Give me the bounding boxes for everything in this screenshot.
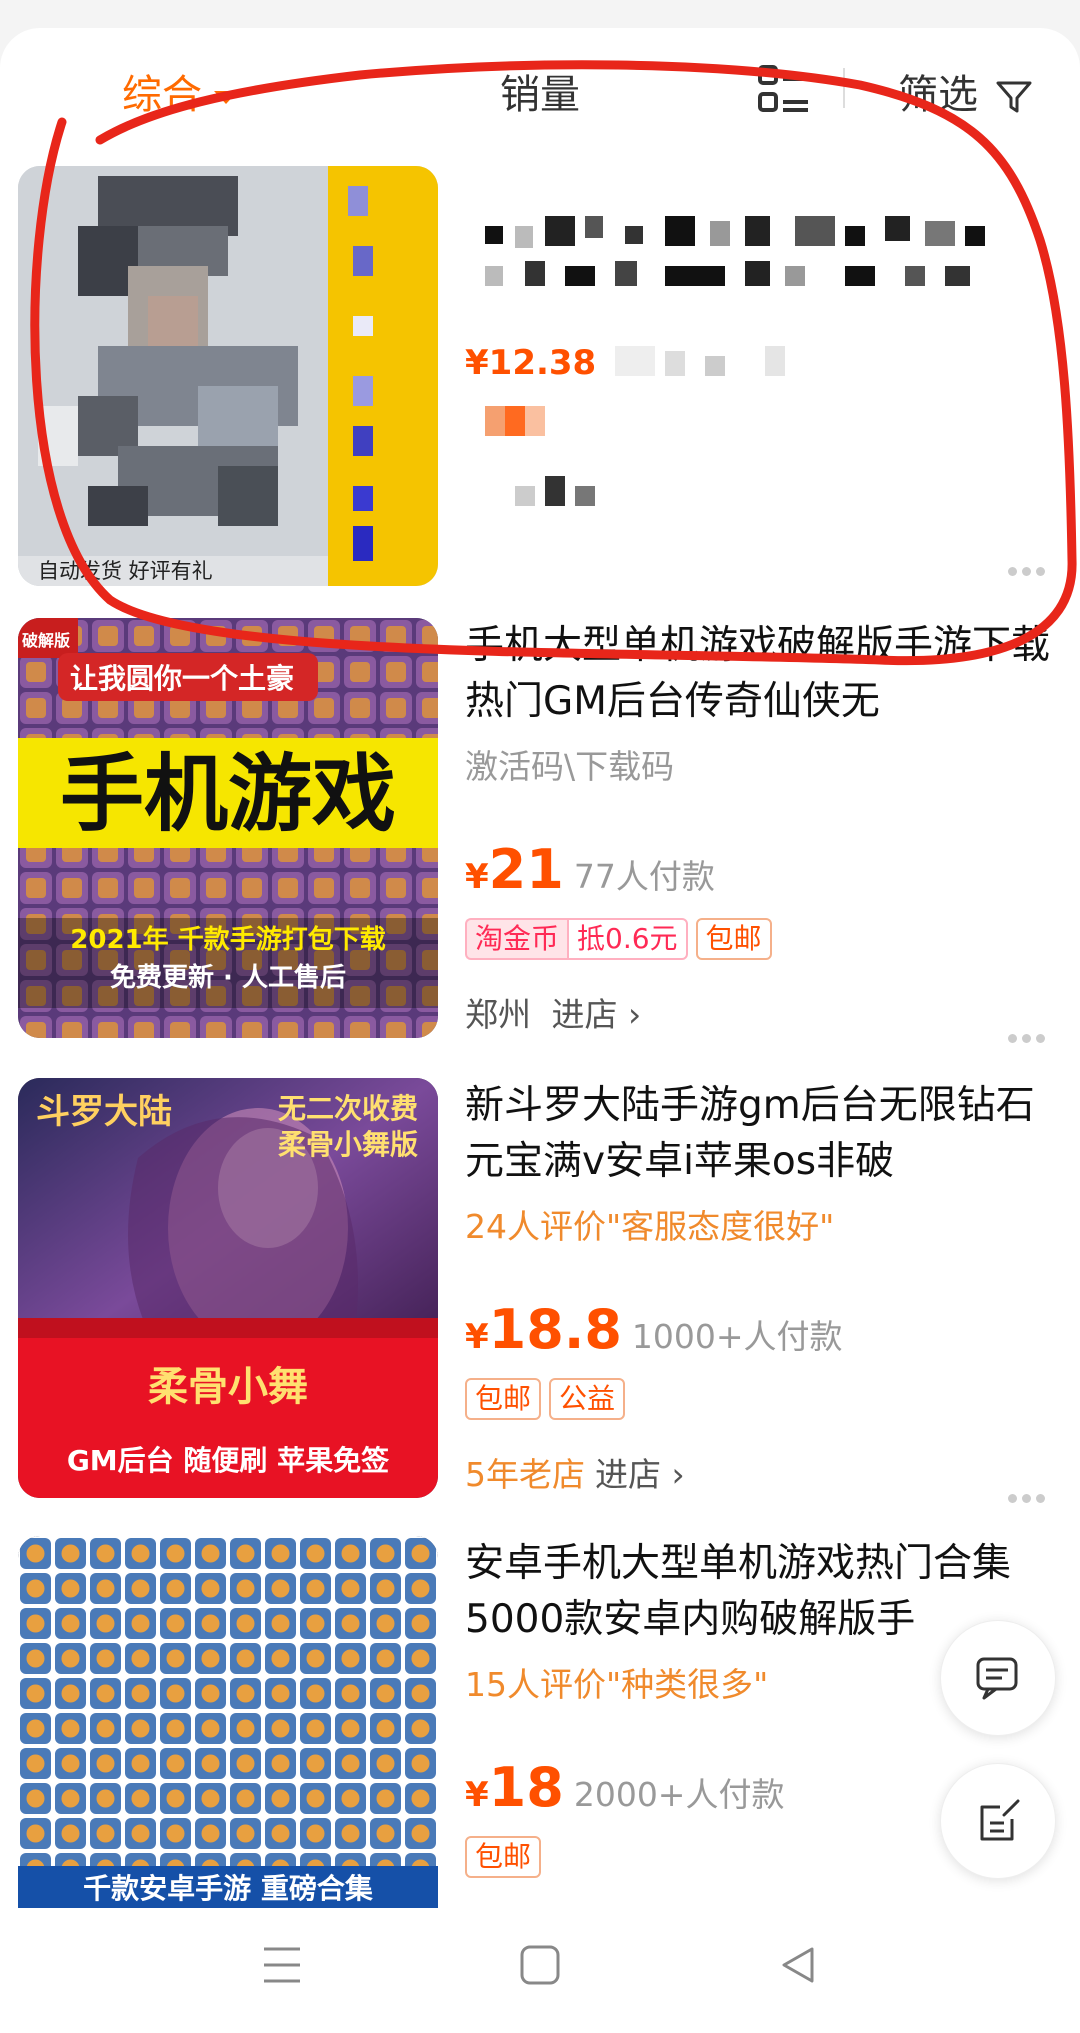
game-icons-collage-image: 千款安卓手游 重磅合集 [18,1536,438,1908]
product-3-top1: 无二次收费 [278,1092,418,1125]
tag-charity: 公益 [549,1378,626,1420]
product-4-tags: 包邮 [465,1836,549,1878]
more-options-icon[interactable] [1008,1028,1050,1043]
product-3-info: 新斗罗大陆手游gm后台无限钻石元宝满v安卓i苹果os非破 24人评价"客服态度很… [465,1078,1060,1498]
caret-down-icon [214,90,238,104]
list-layout-icon[interactable] [758,64,810,114]
product-3-bottom: GM后台 随便刷 苹果免签 [67,1444,389,1477]
product-2-info: 手机大型单机游戏破解版手游下载热门GM后台传奇仙侠无 激活码\下载码 ¥21 77… [465,618,1060,1038]
product-3-top2: 柔骨小舞版 [278,1128,418,1161]
back-icon[interactable] [778,1943,818,1987]
product-2-line2: 2021年 千款手游打包下载 [70,924,385,955]
funnel-icon [996,81,1032,113]
shop-location: 郑州 [465,995,531,1034]
product-3-image[interactable]: 斗罗大陆 无二次收费 柔骨小舞版 柔骨小舞 GM后台 随便刷 苹果免签 [18,1078,438,1498]
chat-bubble-icon [976,1657,1018,1700]
tag-discount: 抵0.6元 [567,918,688,960]
sort-comprehensive-label: 综合 [122,72,202,118]
product-3-review: 24人评价"客服态度很好" [465,1207,835,1246]
pixelated-image: 自动发货 好评有礼 [18,166,438,586]
shop-age-tag: 5年老店 [465,1455,585,1494]
product-item-4[interactable]: 千款安卓手游 重磅合集 安卓手机大型单机游戏热门合集5000款安卓内购破解版手 … [0,1536,1080,1908]
product-2-title[interactable]: 手机大型单机游戏破解版手游下载热门GM后台传奇仙侠无 [465,618,1060,730]
product-2-shop-row[interactable]: 郑州 进店 › [465,988,641,1036]
product-2-price-row: ¥21 77人付款 [465,838,715,901]
feedback-button[interactable] [940,1763,1056,1879]
tag-taojinbi: 淘金币 [465,918,568,960]
product-3-price-row: ¥18.8 1000+人付款 [465,1298,843,1361]
product-2-paid-count: 77人付款 [573,857,715,896]
product-4-paid-count: 2000+人付款 [573,1775,785,1814]
product-2-main-text: 手机游戏 [60,745,396,843]
product-3-paid-count: 1000+人付款 [631,1317,843,1356]
product-item-1[interactable]: 自动发货 好评有礼 ¥12.38 [0,166,1080,606]
home-icon[interactable] [518,1943,562,1987]
more-options-icon[interactable] [1008,561,1050,576]
product-4-bottom: 千款安卓手游 重磅合集 [83,1872,373,1905]
product-3-title[interactable]: 新斗罗大陆手游gm后台无限钻石元宝满v安卓i苹果os非破 [465,1078,1060,1190]
product-2-subtitle: 激活码\下载码 [465,747,675,786]
product-2-badge: 破解版 [22,631,70,650]
sort-bar: 综合 销量 筛选 [0,28,1080,158]
pixelated-title: ¥12.38 [465,216,985,506]
product-4-image[interactable]: 千款安卓手游 重磅合集 [18,1536,438,1908]
product-1-image[interactable]: 自动发货 好评有礼 [18,166,438,586]
product-4-price: ¥18 [465,1756,564,1819]
product-4-price-row: ¥18 2000+人付款 [465,1756,784,1819]
product-2-line1: 让我圆你一个土豪 [70,662,294,695]
menu-icon[interactable] [262,1943,302,1987]
filter-button[interactable]: 筛选 [898,62,1033,120]
product-item-2[interactable]: 破解版 让我圆你一个土豪 手机游戏 2021年 千款手游打包下载 免费更新 · … [0,618,1080,1058]
results-card: 综合 销量 筛选 自动发货 好评有礼 ¥12.38 破解版 让我圆你一个土豪 手… [0,28,1080,1908]
more-options-icon[interactable] [1008,1488,1050,1503]
enter-shop-link[interactable]: 进店 › [552,995,642,1034]
game-collage-image: 破解版 让我圆你一个土豪 手机游戏 2021年 千款手游打包下载 免费更新 · … [18,618,438,1038]
product-2-tags: 淘金币 抵0.6元 包邮 [465,918,780,960]
product-3-price: ¥18.8 [465,1298,622,1361]
product-1-price: ¥12.38 [465,343,596,383]
product-3-shop-row[interactable]: 5年老店 进店 › [465,1448,685,1496]
product-3-tags: 包邮 公益 [465,1378,633,1420]
product-3-banner: 柔骨小舞 [148,1363,308,1410]
customer-service-button[interactable] [940,1620,1056,1736]
product-item-3[interactable]: 斗罗大陆 无二次收费 柔骨小舞版 柔骨小舞 GM后台 随便刷 苹果免签 新斗罗大… [0,1078,1080,1518]
sort-sales-tab[interactable]: 销量 [500,62,580,120]
edit-note-icon [980,1799,1020,1841]
product-2-image[interactable]: 破解版 让我圆你一个土豪 手机游戏 2021年 千款手游打包下载 免费更新 · … [18,618,438,1038]
filter-label: 筛选 [898,72,978,118]
product-2-price: ¥21 [465,838,564,901]
tag-free-shipping: 包邮 [695,918,772,960]
enter-shop-link[interactable]: 进店 › [595,1455,685,1494]
tag-free-shipping: 包邮 [465,1378,542,1420]
product-3-logo: 斗罗大陆 [36,1092,172,1132]
tag-free-shipping: 包邮 [465,1836,542,1878]
product-1-caption: 自动发货 好评有礼 [38,559,213,583]
douluo-poster-image: 斗罗大陆 无二次收费 柔骨小舞版 柔骨小舞 GM后台 随便刷 苹果免签 [18,1078,438,1498]
product-2-line3: 免费更新 · 人工售后 [110,962,346,993]
system-navigation-bar [0,1908,1080,2033]
search-results-page: 综合 销量 筛选 自动发货 好评有礼 ¥12.38 破解版 让我圆你一个土豪 手… [0,0,1080,2033]
sort-sales-label: 销量 [500,72,580,118]
sort-comprehensive-tab[interactable]: 综合 [122,62,238,120]
sort-divider [843,68,845,108]
